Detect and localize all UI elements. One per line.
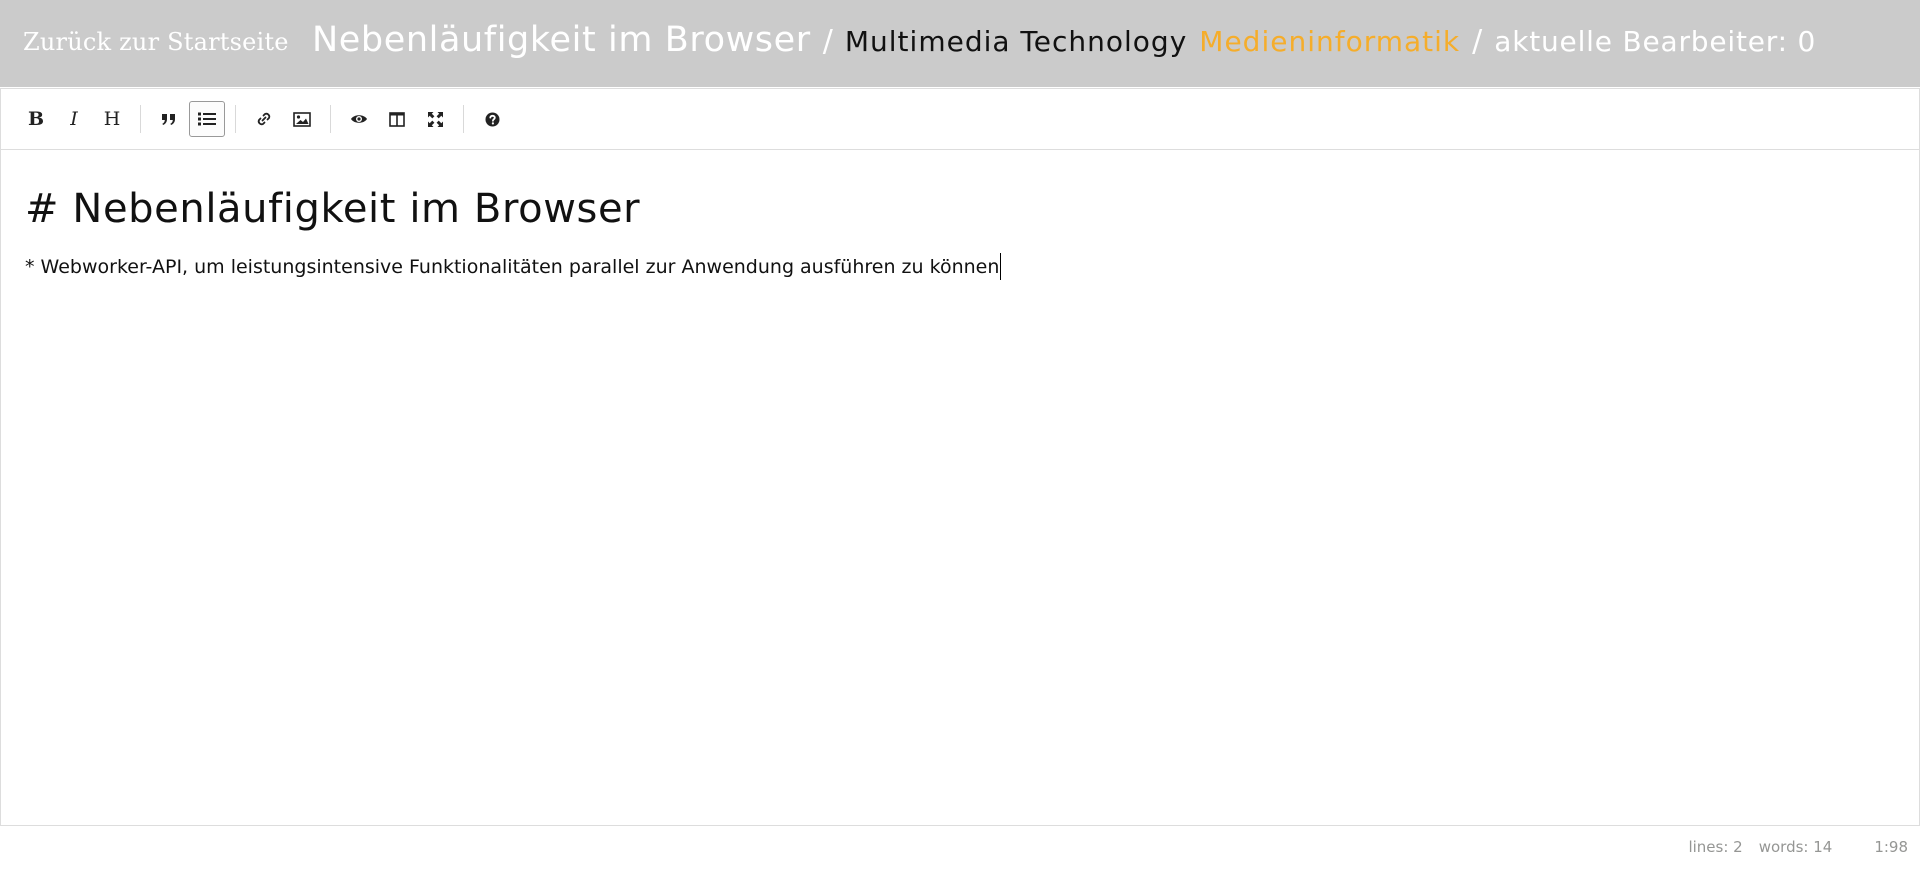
bold-button[interactable]: B: [18, 101, 54, 137]
markdown-editor[interactable]: # Nebenläufigkeit im Browser * Webworker…: [0, 150, 1920, 826]
editor-line-heading: # Nebenläufigkeit im Browser: [25, 186, 641, 232]
unordered-list-button[interactable]: [189, 101, 225, 137]
link-icon: [256, 111, 272, 127]
toolbar-divider: [235, 105, 236, 133]
link-button[interactable]: [246, 101, 282, 137]
image-button[interactable]: [284, 101, 320, 137]
eye-icon: [350, 113, 368, 125]
toolbar-divider: [330, 105, 331, 133]
back-to-home-link[interactable]: Zurück zur Startseite: [23, 28, 289, 56]
current-editors-count: aktuelle Bearbeiter: 0: [1494, 25, 1817, 58]
editor-line-text: * Webworker-API, um leistungsintensive F…: [25, 255, 1000, 278]
title-separator: /: [822, 24, 833, 59]
editor-toolbar: B I H: [0, 88, 1920, 150]
editor-line-bullet: * Webworker-API, um leistungsintensive F…: [25, 253, 1002, 280]
bold-icon: B: [27, 108, 45, 130]
heading-button[interactable]: H: [94, 101, 130, 137]
toolbar-divider: [140, 105, 141, 133]
title-bar: Nebenläufigkeit im Browser / Multimedia …: [312, 20, 1816, 60]
side-by-side-button[interactable]: [379, 101, 415, 137]
image-icon: [293, 111, 311, 127]
list-icon: [198, 112, 216, 126]
columns-icon: [389, 111, 405, 127]
fullscreen-button[interactable]: [417, 101, 453, 137]
category-name: Medieninformatik: [1199, 25, 1461, 58]
text-cursor: [1000, 253, 1002, 280]
word-count: words: 14: [1758, 838, 1833, 856]
quote-button[interactable]: [151, 101, 187, 137]
editor-statusbar: lines: 2 words: 14 1:98: [1672, 838, 1908, 856]
italic-icon: I: [70, 108, 78, 130]
course-name: Multimedia Technology: [844, 25, 1188, 58]
cursor-position: 1:98: [1874, 838, 1908, 856]
title-separator: /: [1472, 24, 1483, 59]
quote-icon: [161, 112, 177, 126]
question-circle-icon: [485, 112, 500, 127]
italic-button[interactable]: I: [56, 101, 92, 137]
line-count: lines: 2: [1688, 838, 1743, 856]
top-header: Zurück zur Startseite Nebenläufigkeit im…: [0, 0, 1920, 87]
preview-button[interactable]: [341, 101, 377, 137]
expand-icon: [427, 111, 443, 127]
toolbar-divider: [463, 105, 464, 133]
markdown-guide-button[interactable]: [474, 101, 510, 137]
heading-icon: H: [103, 108, 121, 130]
document-title: Nebenläufigkeit im Browser: [312, 20, 811, 60]
